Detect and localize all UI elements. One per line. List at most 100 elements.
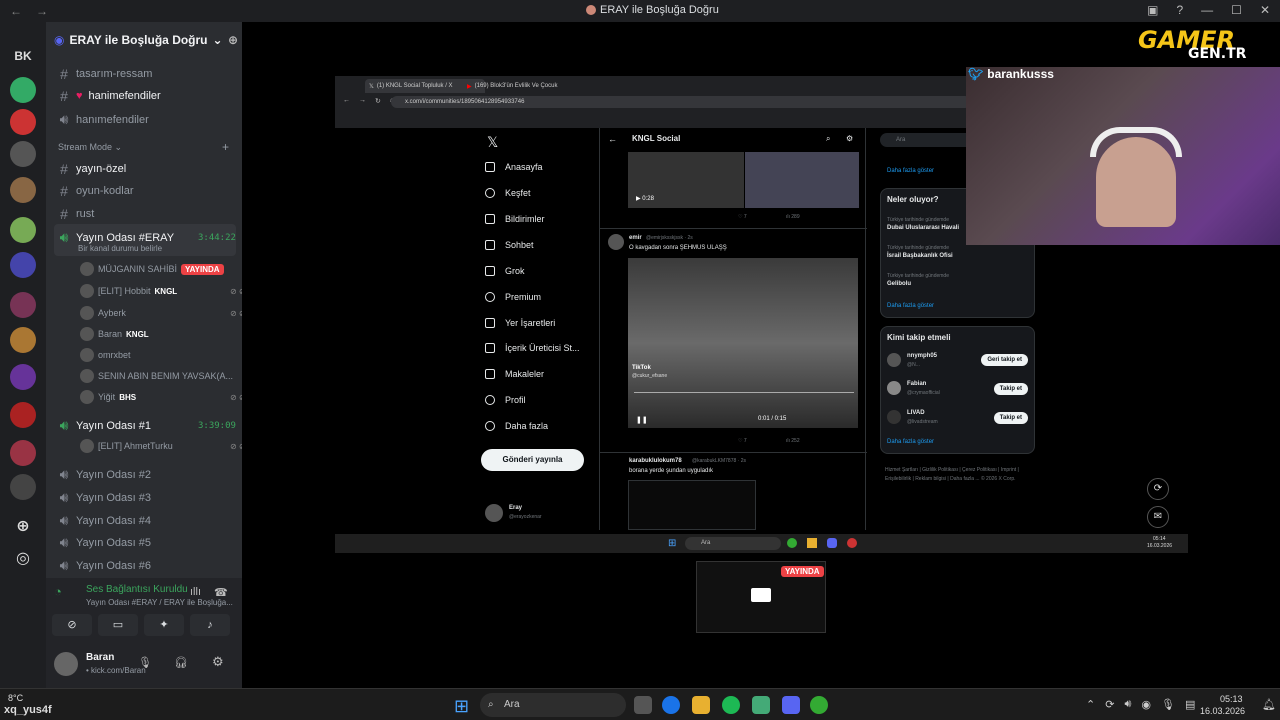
follow-back-button[interactable]: Geri takip et — [981, 354, 1028, 366]
folder-icon[interactable] — [807, 538, 817, 548]
nav-articles[interactable]: Makaleler — [485, 369, 544, 379]
add-server-icon[interactable]: ⊕ — [8, 516, 38, 536]
server-icon-1[interactable] — [10, 77, 36, 103]
messages-float-icon[interactable]: ✉ — [1147, 506, 1169, 528]
show-more-link[interactable]: Daha fazla göster — [887, 303, 934, 309]
stream-mode-section[interactable]: Stream Mode ⌄ — [58, 142, 122, 153]
avatar[interactable] — [54, 652, 78, 676]
voice-room-2[interactable]: 🔊︎ Yayın Odası #2 — [58, 466, 151, 483]
clock-date[interactable]: 16.03.2026 — [1200, 706, 1245, 716]
taskbar-search[interactable]: ⌕ Ara — [480, 693, 626, 717]
voice-room-4[interactable]: 🔊︎ Yayın Odası #4 — [58, 512, 151, 529]
account-name[interactable]: Eray — [509, 505, 522, 511]
follow-button[interactable]: Takip et — [993, 412, 1028, 424]
nav-explore[interactable]: Keşfet — [485, 188, 531, 198]
channel-tasarim[interactable]: # tasarım-ressam — [58, 66, 152, 82]
voice-channel-path[interactable]: Yayın Odası #ERAY / ERAY ile Boşluğa... — [40, 598, 233, 607]
avatar[interactable] — [887, 353, 901, 367]
weather-temp[interactable]: 8°C — [8, 693, 23, 703]
back-icon[interactable]: ← — [343, 97, 350, 105]
server-icon-2[interactable] — [10, 109, 36, 135]
nav-profile[interactable]: Profil — [485, 395, 526, 405]
windows-start-icon[interactable]: ⊞ — [668, 538, 676, 549]
channel-oyun-kodlar[interactable]: # oyun-kodlar — [58, 183, 133, 199]
post-button[interactable]: Gönderi yayınla — [481, 449, 584, 471]
channel-yayin-ozel[interactable]: # yayın-özel — [58, 161, 126, 177]
post-author[interactable]: emir — [629, 235, 642, 241]
voice-room-6[interactable]: 🔊︎ Yayın Odası #6 — [58, 557, 151, 574]
avatar[interactable] — [887, 381, 901, 395]
post-video[interactable] — [628, 258, 858, 428]
volume-icon[interactable]: 🔊︎ — [1124, 698, 1131, 711]
noise-icon[interactable]: ıllı — [190, 586, 201, 598]
server-icon-3[interactable] — [10, 141, 36, 167]
chevron-up-icon[interactable]: ⌃ — [1086, 698, 1095, 711]
server-icon-10[interactable] — [10, 402, 36, 428]
follow-name[interactable]: nnymph05 — [907, 353, 937, 359]
headphones-icon[interactable]: 🎧︎ — [174, 656, 188, 669]
show-more-link[interactable]: Daha fazla göster — [887, 439, 934, 445]
show-more-link[interactable]: Daha fazla göster — [887, 168, 934, 174]
soundboard-icon[interactable]: ♪ — [190, 614, 230, 636]
channel-hanimefendiler-voice[interactable]: 🔊︎ hanımefendiler — [58, 111, 149, 128]
help-icon[interactable]: ? — [1176, 3, 1183, 17]
add-member-icon[interactable]: ⊕ — [228, 33, 238, 47]
screen-share-icon[interactable]: ▭ — [98, 614, 138, 636]
voice-room-1[interactable]: 🔊︎ Yayın Odası #1 3:39:09 — [58, 417, 238, 434]
minimize-icon[interactable]: — — [1201, 3, 1213, 17]
camera-off-icon[interactable]: ⊘ — [52, 614, 92, 636]
nav-creator[interactable]: İçerik Üreticisi St... — [485, 343, 580, 353]
maximize-icon[interactable]: ☐ — [1231, 3, 1242, 17]
server-icon-12[interactable] — [10, 474, 36, 500]
follow-name[interactable]: Fabian — [907, 381, 926, 387]
trend-item[interactable]: İsrail Başbakanlık Ofisi — [887, 253, 953, 259]
edge-icon[interactable] — [662, 696, 680, 714]
mic-icon[interactable]: 🎙︎ — [1161, 698, 1175, 711]
task-view-icon[interactable] — [634, 696, 652, 714]
voice-user[interactable]: omrxbet — [80, 348, 131, 362]
app-icon[interactable] — [752, 696, 770, 714]
voice-user[interactable]: Yiğit BHS ⊘ ⊘ — [80, 390, 246, 404]
server-icon-8[interactable] — [10, 327, 36, 353]
disconnect-icon[interactable]: ☎ — [214, 586, 228, 599]
nav-grok[interactable]: Grok — [485, 266, 525, 276]
activities-icon[interactable]: ✦ — [144, 614, 184, 636]
sync-icon[interactable]: ⟳ — [1105, 698, 1114, 711]
network-icon[interactable]: ▤ — [1185, 698, 1195, 711]
inbox-icon[interactable]: ▣ — [1147, 3, 1158, 17]
url-bar[interactable]: x.com/i/communities/1895064128954933746 — [391, 96, 971, 108]
clock-time[interactable]: 05:13 — [1220, 694, 1243, 704]
x-logo-icon[interactable]: 𝕏 — [487, 134, 498, 151]
server-icon-4[interactable] — [10, 177, 36, 203]
avatar[interactable] — [887, 410, 901, 424]
stream-mini-preview[interactable]: YAYINDA — [696, 561, 826, 633]
chrome-icon[interactable] — [787, 538, 797, 548]
voice-room-5[interactable]: 🔊︎ Yayın Odası #5 — [58, 534, 151, 551]
settings-icon[interactable]: ⚙ — [846, 134, 853, 143]
forward-icon[interactable]: → — [359, 97, 366, 105]
post-media[interactable] — [628, 480, 756, 530]
server-bk[interactable]: BK — [8, 49, 38, 63]
video-thumb[interactable] — [745, 152, 859, 208]
voice-user[interactable]: Baran KNGL — [80, 327, 149, 341]
post-author[interactable]: karabuklulokum78 — [629, 458, 682, 464]
voice-user[interactable]: Ayberk ⊘ ⊘ — [80, 306, 246, 320]
app-icon[interactable] — [847, 538, 857, 548]
x-search-input[interactable]: Ara — [880, 133, 980, 147]
discover-icon[interactable]: ◎ — [8, 548, 38, 568]
server-icon-6[interactable] — [10, 252, 36, 278]
forward-icon[interactable]: → — [36, 4, 48, 18]
voice-user[interactable]: [ELIT] Hobbit KNGL ⊘ ⊘ — [80, 284, 246, 298]
browser-tab[interactable]: ▶ (169) Blok3'ün Evlilik Ve Çocuk — [463, 79, 571, 93]
server-icon-7[interactable] — [10, 292, 36, 318]
chrome-icon[interactable] — [810, 696, 828, 714]
close-icon[interactable]: ✕ — [1260, 3, 1270, 17]
server-icon-11[interactable] — [10, 440, 36, 466]
nav-notifications[interactable]: Bildirimler — [485, 214, 545, 224]
voice-user[interactable]: [ELIT] AhmetTurku ⊘ ⊘ — [80, 439, 246, 453]
settings-gear-icon[interactable]: ⚙ — [212, 654, 224, 670]
channel-hanimefendiler[interactable]: # ♥ hanimefendiler — [58, 88, 161, 104]
search-icon[interactable]: ⌕ — [826, 134, 830, 144]
nav-more[interactable]: Daha fazla — [485, 421, 548, 431]
guild-header[interactable]: ◉ ERAY ile Boşluğa Doğru ⌄ ⊕ — [54, 30, 238, 50]
